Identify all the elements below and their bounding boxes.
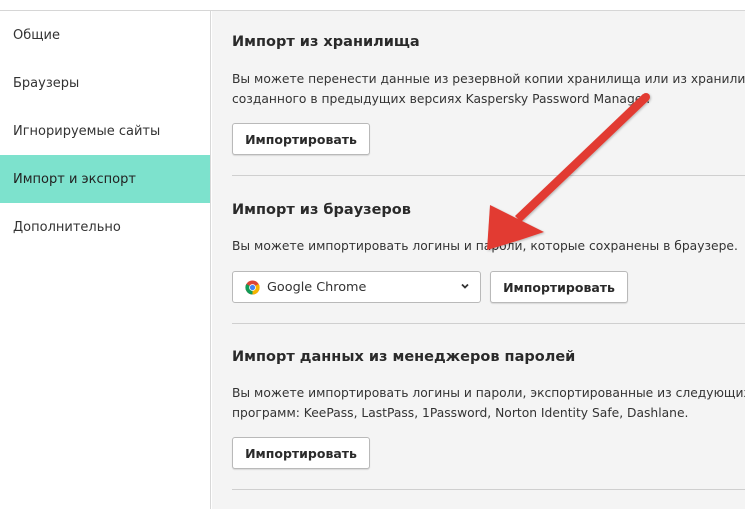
section-divider [232, 175, 745, 176]
chevron-down-icon [461, 283, 469, 289]
sidebar-item-label: Дополнительно [13, 219, 121, 235]
chrome-icon [245, 279, 260, 295]
section-title: Импорт из хранилища [232, 34, 420, 50]
sidebar-item-general[interactable]: Общие [0, 11, 210, 59]
browser-select[interactable]: Google Chrome [232, 271, 481, 303]
description-line: Вы можете импортировать логины и пароли,… [232, 386, 745, 400]
section-divider [232, 323, 745, 324]
section-description: Вы можете импортировать логины и пароли,… [232, 236, 745, 256]
sidebar-item-ignored-sites[interactable]: Игнорируемые сайты [0, 107, 210, 155]
app-window: Общие Браузеры Игнорируемые сайты Импорт… [0, 0, 745, 509]
section-title: Импорт данных из менеджеров паролей [232, 349, 576, 365]
sidebar-item-advanced[interactable]: Дополнительно [0, 203, 210, 251]
description-line: Вы можете импортировать логины и пароли,… [232, 239, 738, 253]
section-import-managers: Импорт данных из менеджеров паролей [232, 349, 745, 365]
section-title: Импорт из браузеров [232, 202, 411, 218]
sidebar-item-browsers[interactable]: Браузеры [0, 59, 210, 107]
section-import-browsers: Импорт из браузеров [232, 202, 745, 218]
section-divider [232, 489, 745, 490]
sidebar-item-label: Игнорируемые сайты [13, 123, 161, 139]
description-line: созданного в предыдущих версиях Kaspersk… [232, 92, 651, 106]
import-storage-button[interactable]: Импортировать [232, 123, 370, 155]
sidebar: Общие Браузеры Игнорируемые сайты Импорт… [0, 11, 211, 509]
import-managers-button[interactable]: Импортировать [232, 437, 370, 469]
import-browser-button[interactable]: Импортировать [490, 271, 628, 303]
section-description: Вы можете перенести данные из резервной … [232, 69, 745, 109]
description-line: программ: KeePass, LastPass, 1Password, … [232, 406, 689, 420]
browser-select-value: Google Chrome [267, 279, 367, 295]
sidebar-item-label: Импорт и экспорт [13, 171, 136, 187]
sidebar-item-import-export[interactable]: Импорт и экспорт [0, 155, 210, 203]
sidebar-item-label: Браузеры [13, 75, 80, 91]
sidebar-item-label: Общие [13, 27, 60, 43]
main-panel: Импорт из хранилища Вы можете перенести … [212, 11, 745, 509]
section-description: Вы можете импортировать логины и пароли,… [232, 383, 745, 423]
section-import-storage: Импорт из хранилища [232, 34, 745, 50]
description-line: Вы можете перенести данные из резервной … [232, 72, 745, 86]
